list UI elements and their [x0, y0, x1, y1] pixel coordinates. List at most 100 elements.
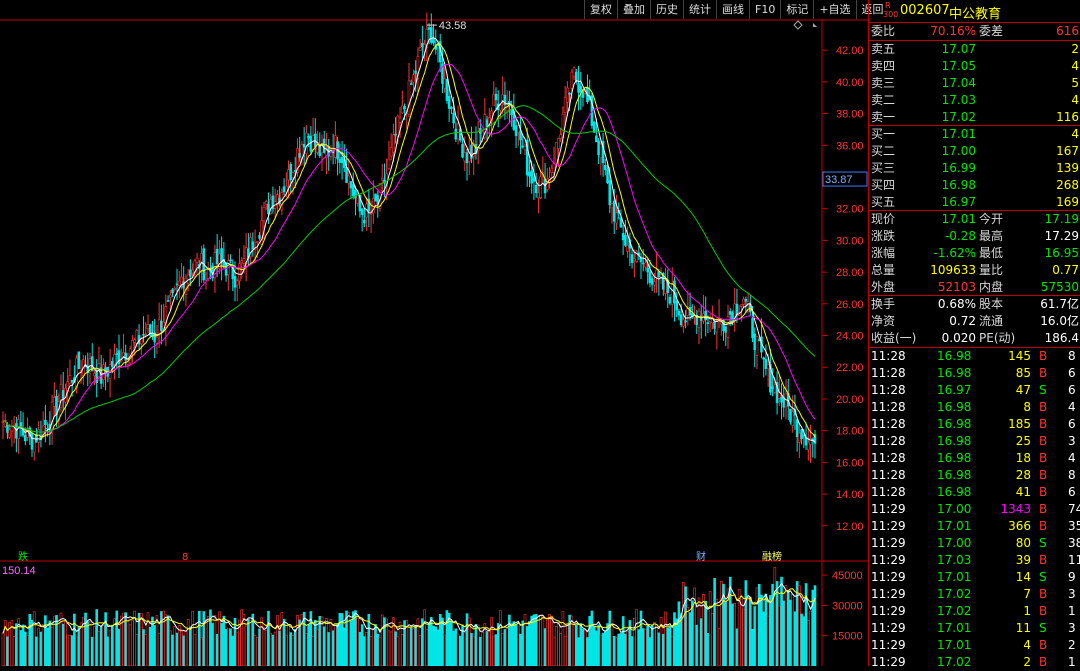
volume-bar [84, 612, 87, 667]
candle-body [454, 128, 458, 140]
candle-body [432, 38, 435, 44]
candle-body [171, 289, 174, 294]
candle-body [655, 269, 658, 278]
toolbar-restore-rights-button[interactable]: 复权 [584, 0, 617, 19]
toolbar-statistics-button[interactable]: 统计 [683, 0, 716, 19]
volume-bar [646, 625, 649, 667]
quote-row: 总量 109633 量比 0.77 [869, 262, 1080, 279]
volume-bar [635, 609, 638, 667]
candle-body [24, 435, 27, 442]
volume-bar [360, 624, 364, 667]
candle-body [256, 241, 259, 243]
volume-bar [514, 623, 518, 667]
candle-body [523, 145, 527, 151]
bid-volume: 139 [1056, 161, 1079, 175]
tick-volume: 4 [1023, 638, 1031, 652]
ask-volume: 5 [1071, 76, 1079, 90]
toolbar-add-watchlist-button[interactable]: +自选 [813, 0, 855, 19]
fundamental-value: 16.0亿 [1040, 314, 1079, 328]
volume-bar [280, 611, 284, 667]
tick-price: 16.98 [937, 485, 972, 499]
quote-row: 现价 17.01 今开 17.19 [869, 211, 1080, 228]
candle-body [575, 71, 578, 82]
ask-volume: 4 [1071, 59, 1079, 73]
volume-bar [619, 633, 623, 667]
volume-bar [751, 628, 754, 667]
candle-body [539, 176, 542, 199]
volume-bar [329, 618, 333, 667]
kline-chart[interactable]: 42.0040.0038.0036.0034.0032.0030.0028.00… [0, 0, 868, 667]
volume-bar [666, 627, 670, 667]
toolbar-draw-line-button[interactable]: 画线 [716, 0, 749, 19]
volume-tick-label: 45000 [832, 570, 863, 582]
volume-bar [706, 633, 710, 667]
tick-row: 11:29 17.01 4 B 2 [869, 637, 1080, 654]
quote-value: -0.28 [944, 229, 976, 243]
tick-count: 9 [1068, 570, 1076, 584]
candle-body [612, 200, 616, 222]
candle-body [568, 92, 571, 95]
volume-bar [186, 619, 190, 667]
volume-bar [537, 614, 540, 667]
volume-bar [86, 621, 90, 667]
volume-bar [409, 627, 413, 667]
candle-body [624, 234, 627, 246]
toolbar-overlay-button[interactable]: 叠加 [617, 0, 650, 19]
volume-bar [615, 637, 618, 667]
candle-body [70, 379, 74, 383]
volume-bar [644, 629, 647, 667]
volume-bar [550, 615, 554, 667]
volume-bar [213, 615, 217, 667]
volume-bar [532, 614, 536, 667]
volume-bar [639, 610, 643, 667]
fundamental-value: 61.7亿 [1040, 297, 1079, 311]
order-diff-label: 委差 [979, 24, 1004, 38]
volume-bar [394, 631, 397, 667]
tick-side: B [1039, 655, 1048, 669]
candle-body [537, 192, 540, 199]
candle-body [519, 131, 522, 141]
candle-body [684, 320, 687, 323]
volume-bar [200, 637, 203, 667]
volume-bar [543, 628, 547, 667]
volume-bar [356, 617, 359, 667]
volume-bar [389, 631, 393, 667]
toolbar-history-button[interactable]: 历史 [650, 0, 683, 19]
candle-body [392, 134, 395, 153]
fundamental-row: 换手 0.68% 股本 61.7亿 [869, 296, 1080, 313]
tick-side: B [1039, 502, 1048, 516]
candle-body [626, 245, 629, 252]
price-tick-label: 12.00 [836, 521, 864, 533]
volume-bar [581, 628, 585, 667]
ask-level-label: 卖三 [871, 76, 896, 90]
tick-time: 11:28 [871, 349, 906, 363]
volume-bar [24, 631, 27, 667]
volume-bar [720, 581, 723, 667]
candle-body [46, 427, 49, 430]
event-marker: 8 [182, 552, 188, 563]
candle-body [610, 203, 614, 209]
tick-count: 3 [1068, 434, 1076, 448]
candle-body [44, 419, 47, 425]
chart-canvas[interactable]: 42.0040.0038.0036.0034.0032.0030.0028.00… [0, 0, 868, 667]
candle-body [235, 280, 239, 286]
candle-body [465, 152, 469, 164]
quote-value: 16.95 [1044, 246, 1079, 260]
toolbar-f10-button[interactable]: F10 [749, 0, 780, 19]
candle-body [363, 220, 366, 224]
tick-time: 11:28 [871, 417, 906, 431]
volume-bar [414, 625, 417, 667]
volume-bar [740, 598, 743, 667]
volume-bar [519, 633, 522, 667]
volume-bar [436, 629, 440, 667]
volume-bar [30, 619, 34, 667]
volume-bar [142, 629, 145, 667]
volume-bar [445, 610, 449, 667]
bid-volume: 169 [1056, 195, 1079, 209]
volume-bar [1, 632, 5, 667]
tick-row: 11:28 16.98 28 B 8 [869, 467, 1080, 484]
candle-body [380, 177, 384, 181]
volume-bar [691, 600, 694, 667]
volume-bar [668, 626, 672, 667]
toolbar-mark-button[interactable]: 标记 [780, 0, 813, 19]
